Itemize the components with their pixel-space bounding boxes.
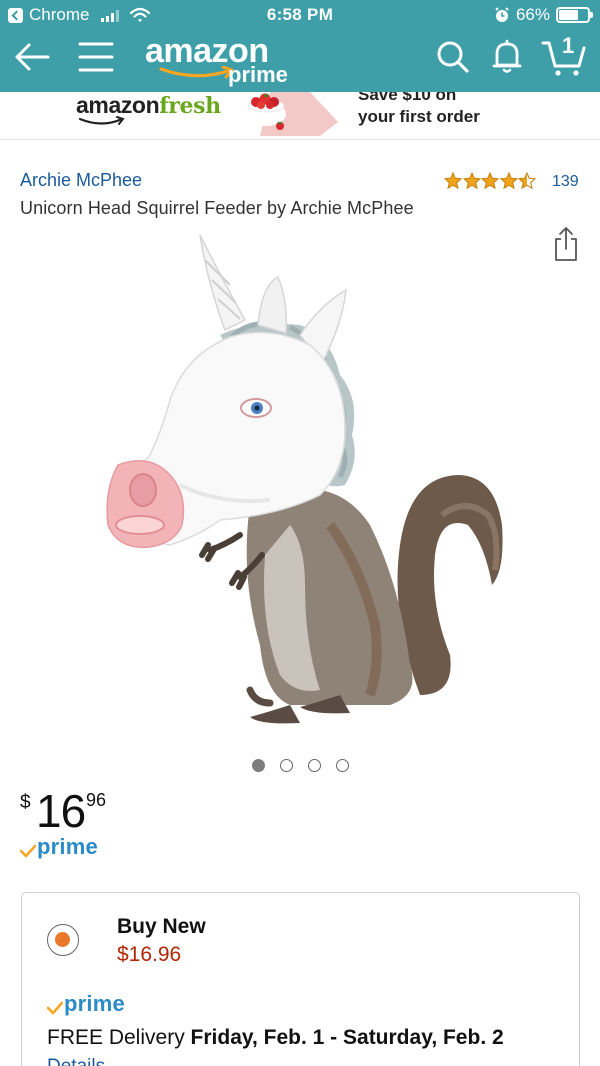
prime-badge: prime [20, 836, 98, 858]
delivery-prefix: FREE Delivery [47, 1026, 191, 1049]
prime-check-icon [47, 1001, 63, 1015]
buy-new-price: $16.96 [117, 943, 182, 966]
smile-arrow-icon [159, 66, 234, 79]
price-currency: $ [20, 792, 31, 813]
star-icon [518, 172, 536, 189]
notification-bell-icon[interactable] [491, 39, 523, 75]
review-count-link[interactable]: 139 [552, 173, 579, 191]
fresh-smile-icon [78, 116, 125, 125]
menu-icon[interactable] [78, 41, 114, 73]
star-icon [462, 172, 481, 189]
promo-line-1: Save $10 on [358, 92, 457, 104]
brand-link[interactable]: Archie McPhee [20, 170, 142, 191]
strawberry-bowl-illustration [246, 92, 338, 136]
logo-prime-text: prime [228, 62, 288, 87]
back-arrow-icon[interactable] [14, 42, 50, 72]
prime-label: prime [37, 834, 98, 859]
carousel-dot[interactable] [308, 759, 321, 772]
delivery-dates: Friday, Feb. 1 - Saturday, Feb. 2 [190, 1026, 504, 1049]
cart-button[interactable]: 1 [541, 33, 587, 78]
price-fraction: 96 [86, 790, 107, 810]
amazon-fresh-logo: amazonfresh [76, 92, 221, 125]
amazon-prime-logo[interactable]: amazon prime [145, 32, 290, 88]
fresh-logo-amazon: amazon [76, 92, 160, 118]
fresh-promo-text: Save $10 on your first order [358, 92, 480, 128]
image-carousel-indicator[interactable] [252, 759, 349, 772]
details-link[interactable]: Details [47, 1056, 105, 1066]
cart-count: 1 [562, 33, 575, 58]
buy-new-label[interactable]: Buy New [117, 915, 206, 939]
product-title: Unicorn Head Squirrel Feeder by Archie M… [20, 198, 414, 218]
star-icon [444, 172, 462, 189]
battery-icon [556, 7, 593, 23]
buy-new-radio[interactable] [47, 924, 79, 956]
product-image[interactable] [90, 225, 510, 735]
carousel-dot[interactable] [280, 759, 293, 772]
prime-check-icon [20, 844, 36, 858]
buy-box: Buy New $16.96 prime FREE Delivery Frida… [21, 892, 580, 1066]
status-bar: Chrome 6:58 PM 66% [0, 0, 600, 30]
fresh-logo-fresh: fresh [159, 93, 221, 119]
battery-percent: 66% [515, 5, 550, 24]
search-icon[interactable] [436, 40, 470, 74]
buybox-prime-label: prime [64, 991, 125, 1016]
share-icon[interactable] [553, 226, 579, 262]
buybox-prime-badge: prime [47, 993, 125, 1015]
amazon-fresh-banner[interactable]: amazonfresh Save $10 on your first order [0, 92, 600, 140]
delivery-info: FREE Delivery Friday, Feb. 1 - Saturday,… [47, 1026, 504, 1050]
alarm-icon [495, 7, 509, 22]
carousel-dot[interactable] [252, 759, 265, 772]
promo-line-2: your first order [358, 107, 480, 126]
star-icon [481, 172, 499, 189]
star-icon [499, 172, 518, 189]
carousel-dot[interactable] [336, 759, 349, 772]
app-header: Chrome 6:58 PM 66% amazon prime 1 [0, 0, 600, 92]
price-whole: 16 [36, 785, 86, 837]
top-navigation: amazon prime 1 [0, 30, 600, 92]
star-rating[interactable] [444, 172, 537, 189]
